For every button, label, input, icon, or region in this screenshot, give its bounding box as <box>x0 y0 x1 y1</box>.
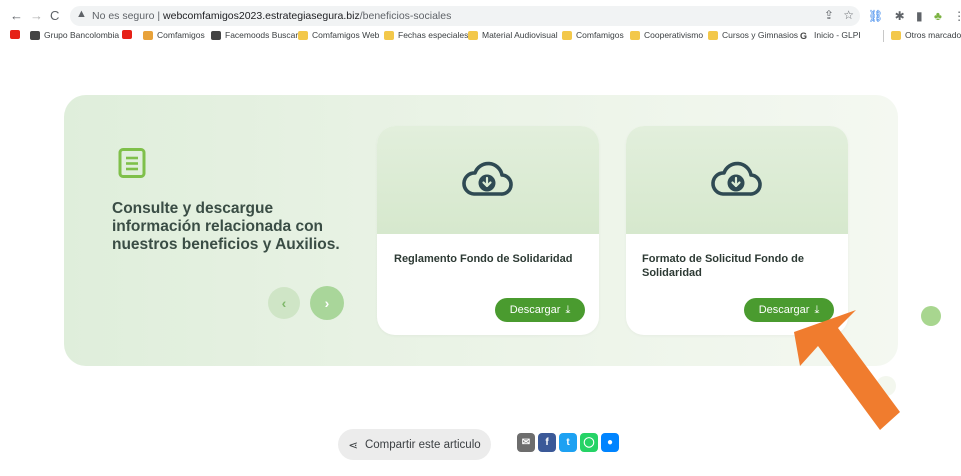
extension-bar: ⛓ ✱ ▮ ♣ ⋮ <box>868 9 961 23</box>
bookmark-label: Fechas especiales <box>398 30 469 40</box>
url-path: /beneficios-sociales <box>359 10 452 22</box>
back-button[interactable]: ← <box>10 7 23 25</box>
security-label: No es seguro <box>92 10 155 22</box>
folder-icon <box>708 30 718 40</box>
g-icon: G <box>800 30 808 41</box>
bookmark-label: Inicio - GLPI <box>814 30 861 40</box>
cloud-download-icon <box>711 161 762 196</box>
carousel-prev-button[interactable]: ‹ <box>268 287 300 319</box>
bookmark-label: Comfamigos <box>576 30 624 40</box>
carousel-next-button[interactable]: › <box>310 286 344 320</box>
facebook-icon: f <box>545 437 549 448</box>
bookmark-7[interactable]: Material Audiovisual <box>468 30 558 40</box>
puzzle-icon[interactable]: ✱ <box>895 9 905 23</box>
bookmark-11[interactable]: G Inicio - GLPI <box>800 30 861 41</box>
facebook-share-button[interactable]: f <box>538 433 556 452</box>
site-icon <box>30 30 40 40</box>
folder-icon <box>468 30 478 40</box>
share-icon: ⋖ <box>348 439 358 452</box>
floating-dot <box>921 306 941 326</box>
bookmark-divider <box>883 30 884 42</box>
site-icon <box>211 30 221 40</box>
whatsapp-icon: ◯ <box>583 437 595 448</box>
bookmark-5[interactable]: Comfamigos Web <box>298 30 379 40</box>
bookmark-label: Otros marcadores <box>905 30 961 40</box>
messenger-share-button[interactable]: ● <box>601 433 619 452</box>
site-icon <box>143 30 153 40</box>
sidebar-icon[interactable]: ▮ <box>916 9 923 23</box>
bookmark-12[interactable]: Otros marcadores <box>891 30 961 40</box>
bookmark-label: Cooperativismo <box>644 30 704 40</box>
url-domain: webcomfamigos2023.estrategiasegura.biz <box>163 10 360 22</box>
folder-icon <box>298 30 308 40</box>
bookmark-9[interactable]: Cooperativismo <box>630 30 703 40</box>
reload-button[interactable]: C <box>50 7 59 25</box>
url-separator: | <box>154 10 164 22</box>
document-icon <box>118 148 146 178</box>
warning-icon[interactable]: ▲ <box>76 8 87 20</box>
forward-button[interactable]: → <box>30 7 43 25</box>
extension-icon[interactable]: ♣ <box>934 9 942 23</box>
bookmark-10[interactable]: Cursos y Gimnasios <box>708 30 798 40</box>
bookmark-label: Cursos y Gimnasios <box>722 30 799 40</box>
omnibox-actions: ⇪ ☆ <box>824 8 854 22</box>
bookmark-0[interactable] <box>10 30 24 39</box>
card-title: Formato de Solicitud Fondo de Solidarida… <box>642 253 804 279</box>
bookmark-8[interactable]: Comfamigos <box>562 30 624 40</box>
bookmark-2[interactable] <box>122 30 136 39</box>
pointer-arrow-icon <box>794 310 900 430</box>
folder-icon <box>891 30 901 40</box>
bookmark-label: Comfamigos <box>157 30 205 40</box>
email-icon: ✉ <box>521 437 531 448</box>
messenger-icon: ● <box>606 437 614 448</box>
bookmark-6[interactable]: Fechas especiales <box>384 30 468 40</box>
folder-icon <box>562 30 572 40</box>
folder-icon <box>630 30 640 40</box>
youtube-icon <box>10 30 20 39</box>
chevron-right-icon: › <box>324 295 330 311</box>
bookmark-4[interactable]: Facemoods Buscar <box>211 30 298 40</box>
bookmarks-bar: Grupo Bancolombia Comfamigos Facemoods B… <box>0 28 961 45</box>
download-button[interactable]: Descargar ⤓ <box>495 298 585 322</box>
cloud-download-icon <box>462 161 513 196</box>
section-heading: Consulte y descargue información relacio… <box>112 200 340 253</box>
twitter-icon: t <box>566 437 570 448</box>
link-icon[interactable]: ⛓ <box>868 9 883 23</box>
youtube-icon <box>122 30 132 39</box>
bookmark-label: Grupo Bancolombia <box>44 30 120 40</box>
folder-icon <box>384 30 394 40</box>
download-icon: ⤓ <box>565 303 571 316</box>
bookmark-label: Comfamigos Web <box>312 30 380 40</box>
download-button-label: Descargar <box>509 304 561 316</box>
browser-chrome: ← → C ▲ No es seguro | webcomfamigos2023… <box>0 0 961 46</box>
bookmark-1[interactable]: Grupo Bancolombia <box>30 30 119 40</box>
bookmark-label: Material Audiovisual <box>482 30 558 40</box>
share-article-button[interactable]: ⋖ Compartir este articulo <box>338 429 491 460</box>
document-card: Reglamento Fondo de Solidaridad Descarga… <box>377 126 599 335</box>
email-share-button[interactable]: ✉ <box>517 433 535 452</box>
bookmark-label: Facemoods Buscar <box>225 30 299 40</box>
card-title: Reglamento Fondo de Solidaridad <box>394 253 573 265</box>
star-icon[interactable]: ☆ <box>843 8 854 22</box>
share-label: Compartir este articulo <box>364 438 481 451</box>
menu-icon[interactable]: ⋮ <box>953 9 961 23</box>
url-display[interactable]: No es seguro | webcomfamigos2023.estrate… <box>92 10 451 22</box>
share-buttons: ✉ f t ◯ ● <box>517 433 619 452</box>
card-header <box>626 126 848 234</box>
document-card: Formato de Solicitud Fondo de Solidarida… <box>626 126 848 335</box>
share-icon[interactable]: ⇪ <box>824 8 834 22</box>
address-row: ← → C ▲ No es seguro | webcomfamigos2023… <box>0 4 961 28</box>
card-header <box>377 126 599 234</box>
chevron-left-icon: ‹ <box>281 295 287 311</box>
address-bar[interactable]: ▲ No es seguro | webcomfamigos2023.estra… <box>70 6 860 26</box>
bookmark-3[interactable]: Comfamigos <box>143 30 205 40</box>
whatsapp-share-button[interactable]: ◯ <box>580 433 598 452</box>
twitter-share-button[interactable]: t <box>559 433 577 452</box>
